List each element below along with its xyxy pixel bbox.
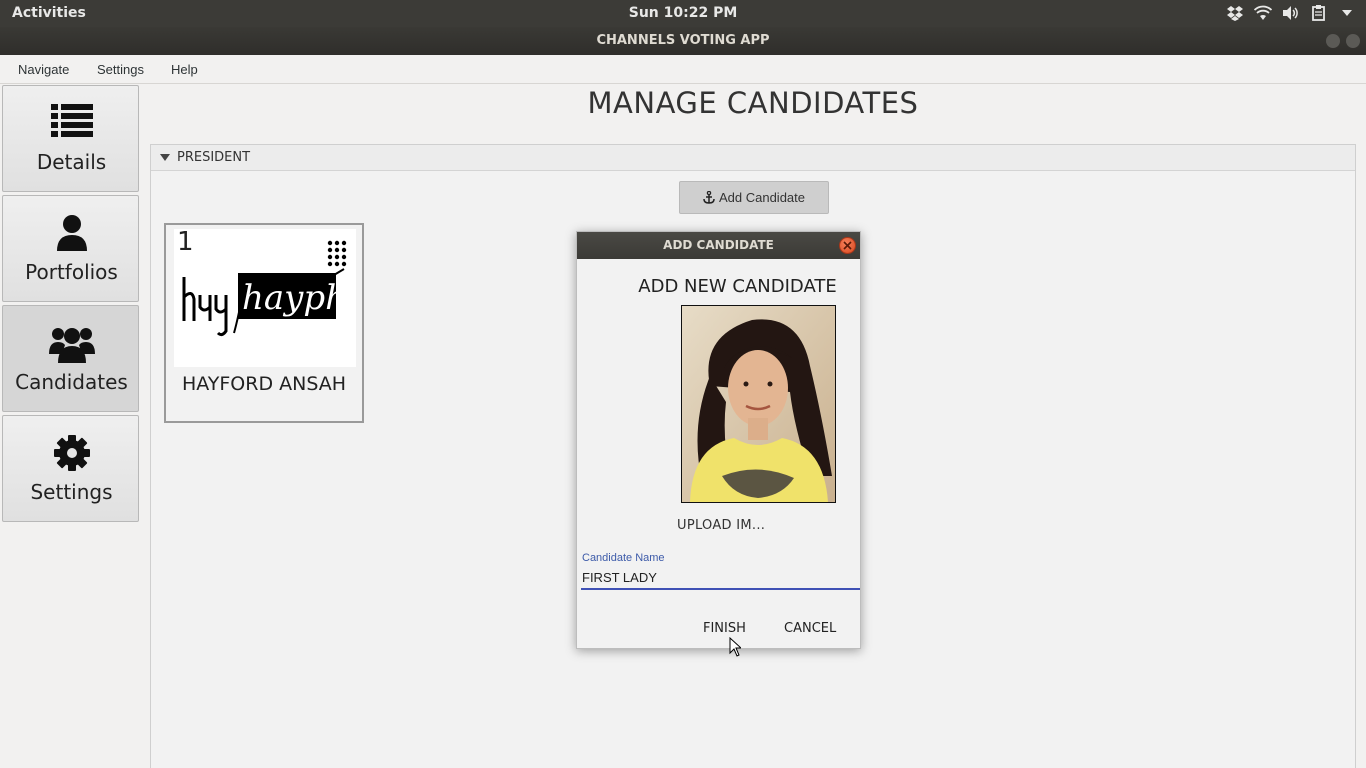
add-candidate-button[interactable]: Add Candidate [679,181,829,214]
finish-button[interactable]: FINISH [703,621,746,636]
clipboard-icon[interactable] [1310,4,1328,22]
menu-bar: Navigate Settings Help [0,55,1366,84]
sidebar-item-label: Details [36,150,107,174]
logo-text: hayphord [242,278,356,318]
add-candidate-label: Add Candidate [718,190,805,205]
users-icon [3,324,140,364]
candidate-photo [681,305,836,503]
gear-icon [3,434,140,474]
candidate-logo: hayphord [174,229,406,367]
add-candidate-dialog: ADD CANDIDATE ADD NEW CANDIDATE UPLOAD I… [576,231,861,649]
chevron-down-icon[interactable] [1338,4,1356,22]
dialog-title: ADD CANDIDATE [577,232,860,259]
candidate-number: 1 [177,227,194,257]
system-tray [1226,4,1356,22]
sidebar-item-candidates[interactable]: Candidates [2,305,139,412]
volume-icon[interactable] [1282,4,1300,22]
candidate-name: HAYFORD ANSAH [181,373,347,395]
sidebar-item-portfolios[interactable]: Portfolios [2,195,139,302]
activities-button[interactable]: Activities [12,5,86,21]
window-title: CHANNELS VOTING APP [596,33,770,48]
anchor-icon [703,191,715,204]
menu-settings[interactable]: Settings [97,62,144,77]
window-close-button[interactable] [1346,34,1360,48]
sidebar-item-label: Settings [30,480,113,504]
close-icon [843,241,852,250]
window-title-bar: CHANNELS VOTING APP [0,27,1366,55]
menu-help[interactable]: Help [171,62,198,77]
sidebar-item-settings[interactable]: Settings [2,415,139,522]
cancel-button[interactable]: CANCEL [784,621,836,636]
upload-image-button[interactable]: UPLOAD IM... [677,518,765,533]
list-icon [3,104,140,144]
clock[interactable]: Sun 10:22 PM [0,5,1366,21]
dropbox-icon[interactable] [1226,4,1244,22]
wifi-icon[interactable] [1254,4,1272,22]
user-icon [3,214,140,254]
sidebar-item-label: Candidates [15,370,128,394]
sidebar-item-details[interactable]: Details [2,85,139,192]
page-title: MANAGE CANDIDATES [587,86,919,120]
sidebar-item-label: Portfolios [25,260,118,284]
candidate-card[interactable]: hayphord 1 HAYFORD ANSAH [164,223,406,423]
minimize-button[interactable] [1326,34,1340,48]
dialog-close-button[interactable] [839,237,856,254]
dialog-heading: ADD NEW CANDIDATE [638,276,837,297]
system-top-bar: Activities Sun 10:22 PM [0,0,1366,27]
candidate-name-label: Candidate Name [582,552,665,564]
section-header-president[interactable]: PRESIDENT [151,145,1355,171]
mouse-cursor-icon [729,637,741,657]
section-title: PRESIDENT [177,150,251,165]
candidate-name-field[interactable] [581,566,860,590]
collapse-arrow-icon [160,154,170,161]
menu-navigate[interactable]: Navigate [18,62,69,77]
